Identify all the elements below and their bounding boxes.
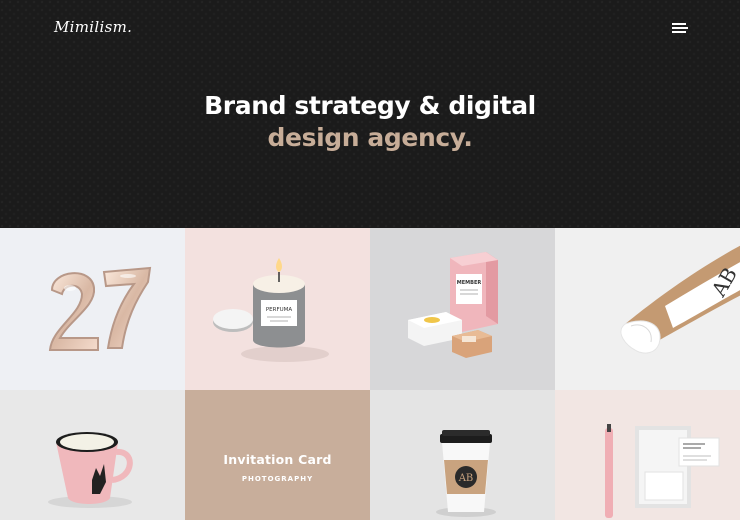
invitation-category: PHOTOGRAPHY (241, 475, 314, 483)
hero-heading: Brand strategy & digital design agency. (0, 90, 740, 154)
invitation-caption: Invitation Card PHOTOGRAPHY (185, 452, 370, 483)
candle-image: PERFUMA (213, 258, 329, 362)
site-header: Mimilism. Brand strategy & digital desig… (0, 0, 740, 228)
portfolio-item-balloons[interactable] (0, 228, 185, 390)
cup-monogram: AB (458, 473, 474, 484)
logo[interactable]: Mimilism. (54, 18, 132, 36)
packaging-image: MEMBER (408, 252, 498, 358)
paper-roll-image: AB (620, 245, 740, 354)
box-label: MEMBER (457, 280, 482, 286)
hamburger-menu-icon[interactable] (672, 20, 688, 34)
hero-line-1: Brand strategy & digital (204, 91, 536, 120)
portfolio-item-invitation-card[interactable]: Invitation Card PHOTOGRAPHY (185, 390, 370, 520)
portfolio-item-mug[interactable] (0, 390, 185, 520)
pink-mug-image (48, 432, 133, 508)
portfolio-item-candle[interactable]: PERFUMA (185, 228, 370, 390)
portfolio-item-stationery[interactable] (555, 390, 740, 520)
invitation-title: Invitation Card (223, 452, 332, 467)
stationery-image (605, 424, 720, 518)
portfolio-grid: PERFUMA MEMBER AB Invitation Card PHOTOG… (0, 228, 740, 520)
coffee-cup-image: AB (436, 430, 496, 517)
balloon-27-image (48, 266, 152, 351)
portfolio-item-packaging[interactable]: MEMBER (370, 228, 555, 390)
portfolio-item-paper-roll[interactable]: AB (555, 228, 740, 390)
portfolio-item-coffee-cup[interactable]: AB (370, 390, 555, 520)
hero-line-2: design agency. (267, 123, 473, 152)
candle-label: PERFUMA (266, 307, 293, 313)
